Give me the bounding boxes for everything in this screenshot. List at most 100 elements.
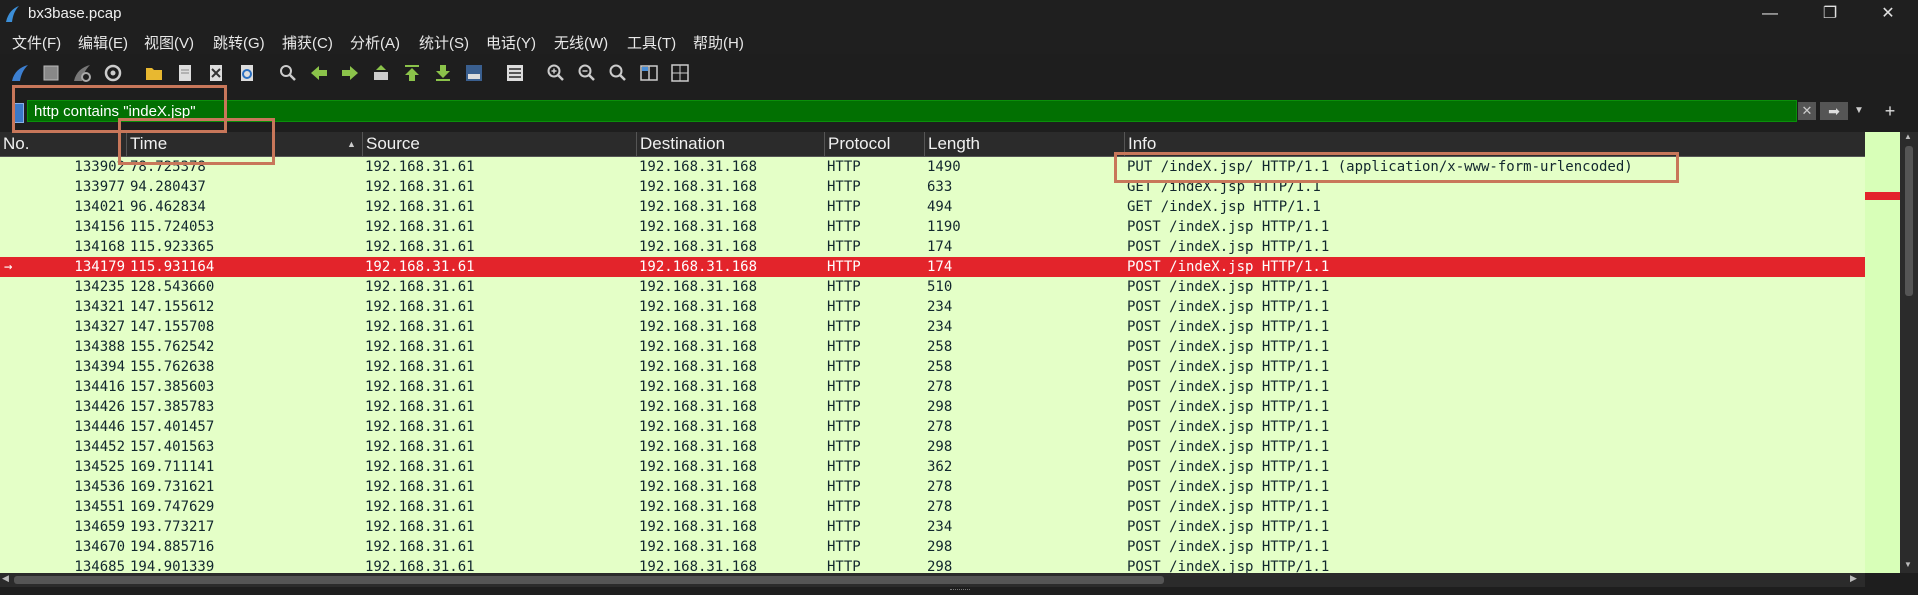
menu-help[interactable]: 帮助(H) [693,32,744,53]
capture-options-gear-icon[interactable] [102,62,124,84]
column-header-protocol[interactable]: Protocol [825,132,925,156]
pane-splitter[interactable] [0,587,1918,595]
column-header-info[interactable]: Info [1125,132,1865,156]
cell-protocol: HTTP [827,179,861,195]
table-row-selected[interactable]: → 134179 115.931164 192.168.31.61 192.168.31… [0,257,1865,277]
scroll-left-icon[interactable]: ◀ [2,573,9,584]
cell-source: 192.168.31.61 [365,499,475,515]
table-row[interactable]: 134388 155.762542 192.168.31.61 192.168.31.… [0,337,1865,357]
table-row[interactable]: 134670 194.885716 192.168.31.61 192.168.31.… [0,537,1865,557]
close-file-icon[interactable] [205,62,227,84]
menu-bar: 文件(F) 编辑(E) 视图(V) 跳转(G) 捕获(C) 分析(A) 统计(S… [0,28,1918,54]
colorize-icon[interactable] [504,62,526,84]
file-icon[interactable] [174,62,196,84]
shark-fin-start-icon[interactable] [9,62,31,84]
close-button[interactable]: ✕ [1858,0,1918,28]
column-header-source[interactable]: Source [363,132,637,156]
scroll-right-icon[interactable]: ▶ [1850,573,1857,584]
first-packet-icon[interactable] [401,62,423,84]
layout-icon[interactable] [669,62,691,84]
zoom-in-icon[interactable] [545,62,567,84]
table-row[interactable]: 134525 169.711141 192.168.31.61 192.168.31.… [0,457,1865,477]
shark-fin-restart-icon[interactable] [71,62,93,84]
table-row[interactable]: 134452 157.401563 192.168.31.61 192.168.31.… [0,437,1865,457]
window-title: bx3base.pcap [28,5,122,22]
menu-analyze[interactable]: 分析(A) [350,32,400,53]
go-forward-arrow-icon[interactable] [339,62,361,84]
cell-info: POST /indeX.jsp HTTP/1.1 [1127,239,1330,255]
cell-destination: 192.168.31.168 [639,239,758,255]
menu-file[interactable]: 文件(F) [12,32,61,53]
zoom-normal-icon[interactable] [607,62,629,84]
cell-info: POST /indeX.jsp HTTP/1.1 [1127,559,1330,573]
column-header-no[interactable]: No. [0,132,127,156]
column-header-destination[interactable]: Destination [637,132,825,156]
add-filter-button-icon[interactable]: + [1880,100,1900,122]
maximize-button[interactable]: ❐ [1800,0,1860,28]
table-row[interactable]: 134685 194.901339 192.168.31.61 192.168.31.… [0,557,1865,573]
menu-view[interactable]: 视图(V) [144,32,194,53]
packet-list-header: No. Time ▲ Source Destination Protocol L… [0,132,1865,157]
filter-history-dropdown-icon[interactable]: ▼ [1852,102,1866,120]
zoom-out-icon[interactable] [576,62,598,84]
horizontal-scrollbar[interactable]: ◀ ▶ [0,573,1865,587]
cell-time: 128.543660 [130,279,215,295]
vertical-scrollbar[interactable]: ▲ ▼ [1900,132,1918,573]
table-row[interactable]: 134416 157.385603 192.168.31.61 192.168.31.… [0,377,1865,397]
clear-filter-icon[interactable]: ✕ [1798,102,1816,120]
column-header-length[interactable]: Length [925,132,1125,156]
minimize-button[interactable]: — [1740,0,1800,28]
go-back-arrow-icon[interactable] [308,62,330,84]
table-row[interactable]: 134168 115.923365 192.168.31.61 192.168.31.… [0,237,1865,257]
cell-time: 147.155612 [130,299,215,315]
cell-length: 174 [927,259,953,275]
reload-icon[interactable] [236,62,258,84]
column-header-time[interactable]: Time [127,132,363,156]
table-row[interactable]: 133977 94.280437 192.168.31.61 192.168.31.1… [0,177,1865,197]
table-row[interactable]: 133902 78.725378 192.168.31.61 192.168.31.1… [0,157,1865,177]
go-to-packet-icon[interactable] [370,62,392,84]
cell-info: GET /indeX.jsp HTTP/1.1 [1127,199,1321,215]
packet-minimap[interactable] [1865,132,1900,573]
find-magnifier-icon[interactable] [277,62,299,84]
scroll-down-icon[interactable]: ▼ [1904,560,1912,569]
vertical-scroll-thumb[interactable] [1905,146,1913,296]
resize-columns-icon[interactable] [638,62,660,84]
cell-no: 133977 [74,179,125,195]
auto-scroll-icon[interactable] [463,62,485,84]
cell-destination: 192.168.31.168 [639,559,758,573]
menu-go[interactable]: 跳转(G) [213,32,265,53]
open-folder-icon[interactable] [143,62,165,84]
table-row[interactable]: 134156 115.724053 192.168.31.61 192.168.31.… [0,217,1865,237]
table-row[interactable]: 134446 157.401457 192.168.31.61 192.168.31.… [0,417,1865,437]
menu-wireless[interactable]: 无线(W) [554,32,608,53]
table-row[interactable]: 134659 193.773217 192.168.31.61 192.168.31.… [0,517,1865,537]
table-row[interactable]: 134394 155.762638 192.168.31.61 192.168.31.… [0,357,1865,377]
menu-telephony[interactable]: 电话(Y) [486,32,536,53]
menu-statistics[interactable]: 统计(S) [419,32,469,53]
cell-no: 134327 [74,319,125,335]
main-toolbar [0,56,1918,92]
table-row[interactable]: 134321 147.155612 192.168.31.61 192.168.31.… [0,297,1865,317]
menu-capture[interactable]: 捕获(C) [282,32,333,53]
table-row[interactable]: 134021 96.462834 192.168.31.61 192.168.31.1… [0,197,1865,217]
table-row[interactable]: 134536 169.731621 192.168.31.61 192.168.31.… [0,477,1865,497]
horizontal-scroll-thumb[interactable] [14,576,1164,584]
scroll-up-icon[interactable]: ▲ [1904,132,1912,141]
table-row[interactable]: 134551 169.747629 192.168.31.61 192.168.31.… [0,497,1865,517]
menu-edit[interactable]: 编辑(E) [78,32,128,53]
stop-square-icon[interactable] [40,62,62,84]
menu-tools[interactable]: 工具(T) [627,32,676,53]
table-row[interactable]: 134327 147.155708 192.168.31.61 192.168.31.… [0,317,1865,337]
table-row[interactable]: 134426 157.385783 192.168.31.61 192.168.31.… [0,397,1865,417]
splitter-grip[interactable] [950,589,970,592]
last-packet-icon[interactable] [432,62,454,84]
apply-filter-arrow-icon[interactable]: ➡ [1820,102,1848,120]
cell-protocol: HTTP [827,439,861,455]
table-row[interactable]: 134235 128.543660 192.168.31.61 192.168.31.… [0,277,1865,297]
cell-length: 298 [927,539,953,555]
cell-source: 192.168.31.61 [365,419,475,435]
filter-bookmark-icon[interactable] [12,103,24,123]
cell-no: 134321 [74,299,125,315]
display-filter-input[interactable]: http contains "indeX.jsp" [27,100,1797,122]
